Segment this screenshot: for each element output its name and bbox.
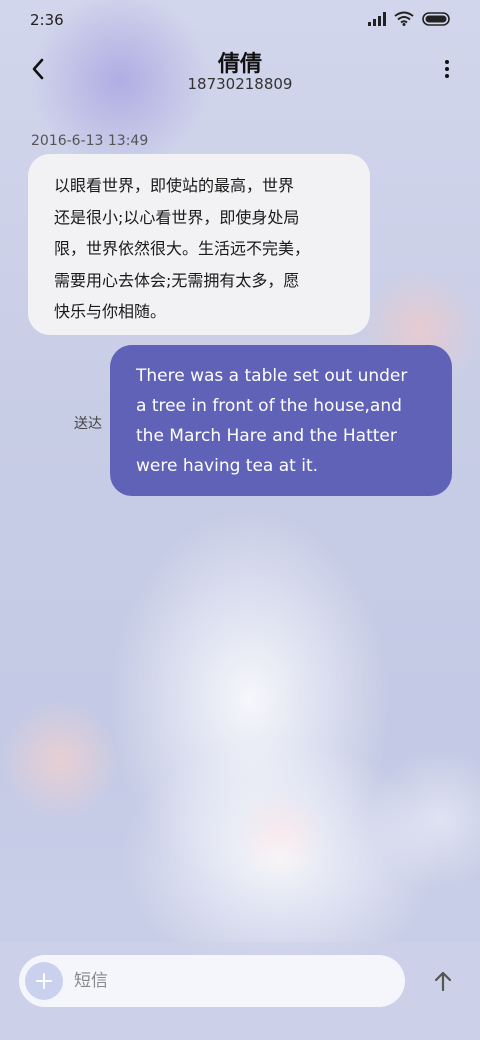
status-bar: 2:36 (0, 0, 480, 40)
status-icons (368, 11, 452, 30)
contact-name: 倩倩 (217, 52, 262, 77)
conversation-header: 倩倩 18730218809 (0, 40, 480, 100)
more-options-button[interactable] (436, 54, 458, 84)
add-attachment-button[interactable] (25, 962, 63, 1000)
arrow-up-icon (434, 971, 452, 992)
wifi-icon (394, 11, 414, 30)
battery-icon (422, 11, 452, 30)
contact-phone-number: 18730218809 (187, 75, 293, 93)
outgoing-message-bubble[interactable]: There was a table set out under a tree i… (110, 345, 452, 496)
message-input[interactable] (74, 962, 394, 1000)
status-time: 2:36 (30, 11, 64, 29)
plus-icon (36, 973, 52, 989)
signal-icon (368, 11, 386, 30)
delivery-status: 送达 (74, 416, 102, 432)
send-button[interactable] (426, 964, 460, 998)
message-timestamp: 2016-6-13 13:49 (31, 133, 149, 149)
more-vertical-icon (445, 60, 449, 78)
incoming-message-bubble[interactable]: 以眼看世界，即使站的最高，世界 还是很小;以心看世界，即使身处局 限，世界依然很… (28, 154, 370, 335)
